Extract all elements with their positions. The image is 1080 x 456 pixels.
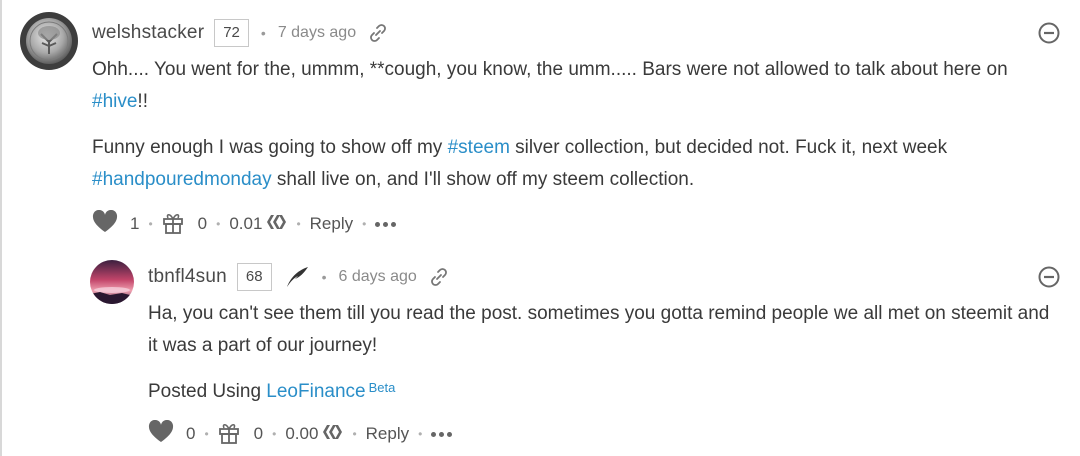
avatar[interactable] <box>90 260 134 304</box>
reputation-badge: 72 <box>214 19 249 47</box>
separator-dot: • <box>352 427 357 441</box>
vote-count[interactable]: 1 <box>130 214 139 234</box>
quill-icon <box>284 265 310 289</box>
separator-dot: • <box>216 217 221 231</box>
separator-dot: • <box>362 217 367 231</box>
more-dots-icon[interactable] <box>375 221 397 227</box>
reputation-badge: 68 <box>236 263 272 291</box>
avatar[interactable] <box>20 12 78 70</box>
comment-text: Ha, you can't see them till you read the… <box>148 303 1050 356</box>
author-name[interactable]: tbnfl4sun <box>148 266 227 288</box>
reply-button[interactable]: Reply <box>366 424 409 444</box>
hive-logo-icon <box>265 213 287 236</box>
comment-paragraph: Ha, you can't see them till you read the… <box>148 298 1060 362</box>
comment-body: Ohh.... You went for the, ummm, **cough,… <box>92 54 1060 196</box>
comment-paragraph: Ohh.... You went for the, ummm, **cough,… <box>92 54 1060 118</box>
comment-text: shall live on, and I'll show off my stee… <box>271 169 695 190</box>
vote-count[interactable]: 0 <box>186 424 195 444</box>
timestamp[interactable]: 6 days ago <box>339 268 417 286</box>
separator-dot: • <box>418 427 423 441</box>
separator-dot: • <box>272 427 277 441</box>
author-name[interactable]: welshstacker <box>92 22 204 44</box>
comment-paragraph: Posted Using LeoFinance Beta <box>148 376 1060 408</box>
gift-icon[interactable] <box>162 210 184 239</box>
comment-paragraph: Funny enough I was going to show off my … <box>92 132 1060 196</box>
more-dots-icon[interactable] <box>431 431 453 437</box>
timestamp[interactable]: 7 days ago <box>278 24 356 42</box>
hashtag-link[interactable]: #hive <box>92 91 137 112</box>
separator-dot: • <box>148 217 153 231</box>
comment-text: !! <box>137 91 148 112</box>
separator-dot: • <box>204 427 209 441</box>
comment-text: silver collection, but decided not. Fuck… <box>509 137 948 158</box>
comment-body: Ha, you can't see them till you read the… <box>148 298 1060 408</box>
hashtag-link[interactable]: LeoFinance <box>266 381 365 402</box>
reply-button[interactable]: Reply <box>310 214 353 234</box>
separator-dot: • <box>321 269 327 285</box>
comment-actions: 0 • 0 • 0.00 • Reply • <box>148 416 1060 452</box>
payout-value[interactable]: 0.00 <box>285 424 318 444</box>
separator-dot: • <box>260 25 266 41</box>
beta-label[interactable]: Beta <box>369 380 396 395</box>
separator-dot: • <box>296 217 301 231</box>
gift-count[interactable]: 0 <box>198 214 207 234</box>
comment-text: Ohh.... You went for the, ummm, **cough,… <box>92 59 1008 80</box>
comment-text: Funny enough I was going to show off my <box>92 137 448 158</box>
gift-count[interactable]: 0 <box>254 424 263 444</box>
link-icon[interactable] <box>368 23 388 43</box>
collapse-minus-icon[interactable] <box>1038 266 1060 293</box>
comment-text: Posted Using <box>148 381 267 402</box>
heart-icon[interactable] <box>148 419 174 449</box>
comment-actions: 1 • 0 • 0.01 • Reply • <box>92 206 1060 242</box>
hashtag-link[interactable]: #steem <box>448 137 510 158</box>
hashtag-link[interactable]: #handpouredmonday <box>92 169 272 190</box>
heart-icon[interactable] <box>92 209 118 239</box>
thread-edge-line <box>0 0 2 456</box>
payout-value[interactable]: 0.01 <box>229 214 262 234</box>
gift-icon[interactable] <box>218 420 240 449</box>
hive-logo-icon <box>321 423 343 446</box>
collapse-minus-icon[interactable] <box>1038 22 1060 49</box>
link-icon[interactable] <box>429 267 449 287</box>
